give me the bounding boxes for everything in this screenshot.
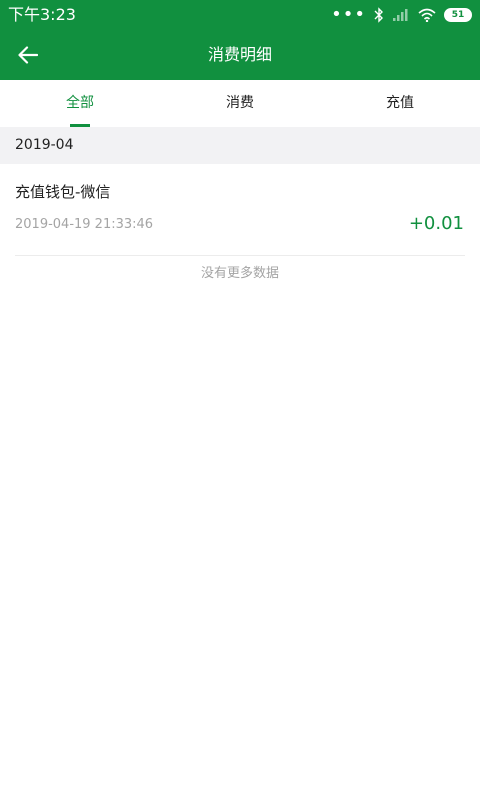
bluetooth-icon xyxy=(374,7,383,23)
month-label: 2019-04 xyxy=(15,137,74,153)
tab-recharge[interactable]: 充值 xyxy=(320,80,480,127)
status-bar: 下午3:23 ••• 51 xyxy=(0,0,480,30)
tab-consume-label: 消费 xyxy=(226,95,254,111)
content-area xyxy=(0,256,480,800)
no-more-data-text: 没有更多数据 xyxy=(200,266,279,281)
tab-all-label: 全部 xyxy=(66,95,94,111)
battery-icon: 51 xyxy=(444,8,472,22)
status-time: 下午3:23 xyxy=(8,5,76,24)
page-title: 消费明细 xyxy=(207,45,272,64)
status-icons: ••• 51 xyxy=(331,5,472,25)
record-title: 充值钱包-微信 xyxy=(15,183,111,201)
month-section-header: 2019-04 xyxy=(0,127,480,164)
tab-all[interactable]: 全部 xyxy=(0,80,160,127)
record-amount: +0.01 xyxy=(408,213,464,234)
tab-recharge-label: 充值 xyxy=(386,95,414,111)
signal-icon xyxy=(393,9,408,21)
app-bar: 消费明细 xyxy=(0,30,480,80)
wifi-icon xyxy=(418,8,436,22)
record-time: 2019-04-19 21:33:46 xyxy=(15,217,154,232)
tab-bar: 全部 消费 充值 xyxy=(0,80,480,127)
list-item[interactable]: 充值钱包-微信 2019-04-19 21:33:46 +0.01 xyxy=(0,164,480,256)
tab-consume[interactable]: 消费 xyxy=(160,80,320,127)
divider xyxy=(15,255,465,256)
more-dots-icon: ••• xyxy=(331,4,366,25)
